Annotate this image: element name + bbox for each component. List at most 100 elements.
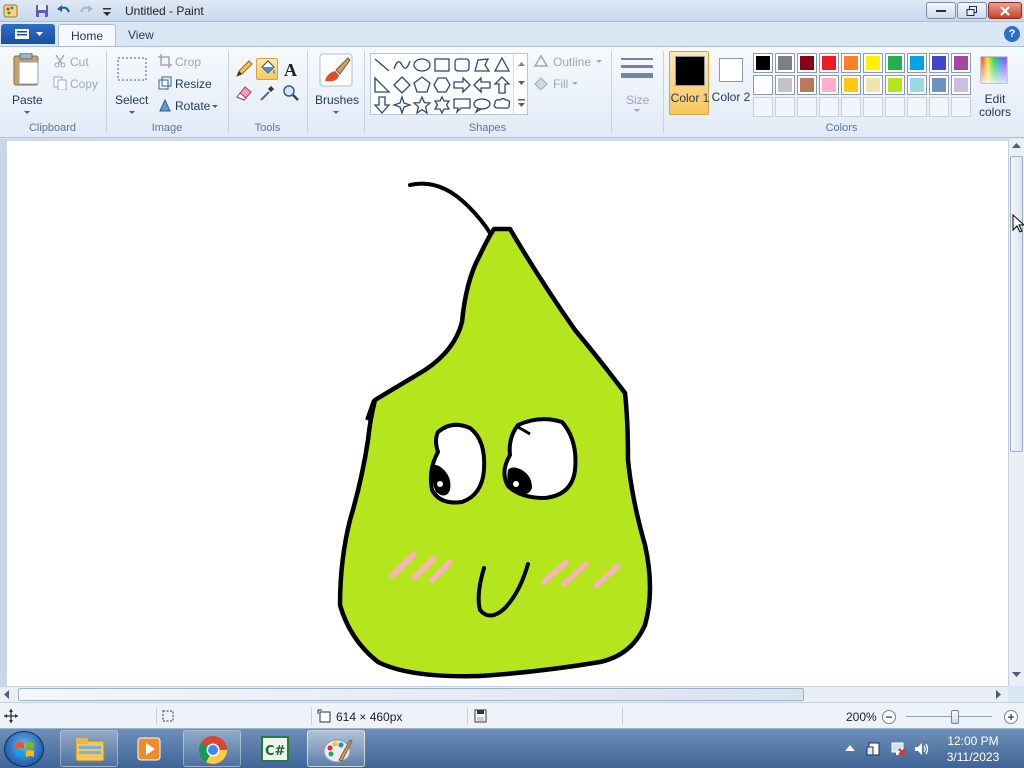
- pentagon-shape-icon[interactable]: [412, 75, 432, 95]
- outline-button[interactable]: Outline: [553, 55, 591, 69]
- palette-custom-slot[interactable]: [753, 97, 773, 117]
- palette-color-swatch[interactable]: [929, 53, 949, 73]
- scroll-up-icon[interactable]: [1012, 143, 1021, 149]
- resize-button[interactable]: Resize: [175, 77, 212, 91]
- pencil-tool[interactable]: [233, 58, 255, 80]
- palette-color-swatch[interactable]: [797, 53, 817, 73]
- zoom-out-button[interactable]: [882, 710, 896, 724]
- palette-color-swatch[interactable]: [863, 75, 883, 95]
- color-2-button[interactable]: Color 2: [711, 51, 751, 115]
- scroll-down-icon[interactable]: [1012, 672, 1021, 678]
- magnifier-tool[interactable]: [280, 82, 302, 104]
- diamond-shape-icon[interactable]: [392, 75, 412, 95]
- palette-color-swatch[interactable]: [929, 75, 949, 95]
- fill-button[interactable]: Fill: [553, 77, 568, 91]
- palette-color-swatch[interactable]: [841, 75, 861, 95]
- zoom-in-button[interactable]: [1004, 710, 1018, 724]
- palette-color-swatch[interactable]: [863, 53, 883, 73]
- palette-custom-slot[interactable]: [863, 97, 883, 117]
- redo-icon[interactable]: [78, 3, 94, 19]
- size-button[interactable]: Size: [615, 51, 659, 115]
- volume-icon[interactable]: [914, 741, 930, 757]
- taskbar-clock[interactable]: 12:00 PM 3/11/2023: [942, 733, 1004, 765]
- palette-custom-slot[interactable]: [819, 97, 839, 117]
- network-icon[interactable]: [890, 741, 906, 757]
- drawing-canvas[interactable]: [7, 141, 1008, 686]
- rectangle-shape-icon[interactable]: [432, 55, 452, 75]
- eraser-tool[interactable]: [233, 82, 255, 104]
- paint-app-icon[interactable]: [3, 3, 19, 19]
- crop-button[interactable]: Crop: [175, 55, 201, 69]
- right-arrow-shape-icon[interactable]: [452, 75, 472, 95]
- right-triangle-shape-icon[interactable]: [372, 75, 392, 95]
- oval-callout-shape-icon[interactable]: [472, 95, 492, 115]
- taskbar-paint[interactable]: [307, 730, 365, 767]
- show-hidden-icons-icon[interactable]: [845, 744, 861, 760]
- down-arrow-shape-icon[interactable]: [372, 95, 392, 115]
- palette-color-swatch[interactable]: [819, 75, 839, 95]
- tab-home[interactable]: Home: [58, 24, 117, 46]
- rotate-button[interactable]: Rotate: [175, 99, 210, 113]
- fill-tool[interactable]: [256, 58, 278, 80]
- customize-quick-access-icon[interactable]: [99, 3, 115, 19]
- select-button[interactable]: Select: [112, 51, 152, 114]
- cut-button[interactable]: Cut: [70, 55, 89, 69]
- palette-custom-slot[interactable]: [775, 97, 795, 117]
- six-point-star-shape-icon[interactable]: [432, 95, 452, 115]
- horizontal-scrollbar[interactable]: [0, 686, 1008, 702]
- line-shape-icon[interactable]: [372, 55, 392, 75]
- save-icon[interactable]: [34, 3, 50, 19]
- palette-color-swatch[interactable]: [841, 53, 861, 73]
- polygon-shape-icon[interactable]: [472, 55, 492, 75]
- palette-color-swatch[interactable]: [907, 75, 927, 95]
- five-point-star-shape-icon[interactable]: [412, 95, 432, 115]
- color-1-button[interactable]: Color 1: [669, 51, 709, 115]
- paste-button[interactable]: Paste: [8, 51, 46, 114]
- palette-color-swatch[interactable]: [797, 75, 817, 95]
- palette-color-swatch[interactable]: [951, 53, 971, 73]
- palette-custom-slot[interactable]: [951, 97, 971, 117]
- palette-color-swatch[interactable]: [775, 75, 795, 95]
- scroll-right-icon[interactable]: [996, 690, 1002, 699]
- palette-color-swatch[interactable]: [885, 75, 905, 95]
- text-tool[interactable]: A: [280, 58, 302, 80]
- scroll-left-icon[interactable]: [4, 690, 10, 699]
- file-menu-button[interactable]: [1, 24, 55, 44]
- edit-colors-button[interactable]: Edit colors: [975, 51, 1013, 119]
- rectangular-callout-shape-icon[interactable]: [452, 95, 472, 115]
- four-point-star-shape-icon[interactable]: [392, 95, 412, 115]
- palette-color-swatch[interactable]: [753, 53, 773, 73]
- palette-custom-slot[interactable]: [885, 97, 905, 117]
- up-arrow-shape-icon[interactable]: [492, 75, 512, 95]
- palette-color-swatch[interactable]: [951, 75, 971, 95]
- close-button[interactable]: [988, 2, 1022, 19]
- copy-button[interactable]: Copy: [70, 77, 98, 91]
- palette-color-swatch[interactable]: [775, 53, 795, 73]
- zoom-slider-thumb[interactable]: [951, 710, 959, 724]
- left-arrow-shape-icon[interactable]: [472, 75, 492, 95]
- palette-custom-slot[interactable]: [841, 97, 861, 117]
- palette-color-swatch[interactable]: [885, 53, 905, 73]
- rounded-rectangle-shape-icon[interactable]: [452, 55, 472, 75]
- taskbar-chrome[interactable]: [183, 730, 241, 767]
- curve-shape-icon[interactable]: [392, 55, 412, 75]
- undo-icon[interactable]: [56, 3, 72, 19]
- start-button[interactable]: [4, 731, 44, 767]
- horizontal-scroll-thumb[interactable]: [18, 688, 804, 701]
- tab-view[interactable]: View: [116, 24, 166, 46]
- taskbar-media-player[interactable]: [120, 730, 178, 767]
- hexagon-shape-icon[interactable]: [432, 75, 452, 95]
- triangle-shape-icon[interactable]: [492, 55, 512, 75]
- palette-custom-slot[interactable]: [929, 97, 949, 117]
- color-picker-tool[interactable]: [256, 82, 278, 104]
- brushes-button[interactable]: Brushes: [312, 51, 360, 115]
- restore-button[interactable]: [957, 2, 987, 19]
- palette-custom-slot[interactable]: [907, 97, 927, 117]
- taskbar-csharp-editor[interactable]: C#: [246, 730, 304, 767]
- taskbar-file-explorer[interactable]: [60, 730, 118, 767]
- vertical-scroll-thumb[interactable]: [1010, 156, 1023, 452]
- palette-color-swatch[interactable]: [819, 53, 839, 73]
- minimize-button[interactable]: [926, 2, 956, 19]
- shapes-scroll[interactable]: [513, 54, 528, 114]
- zoom-slider-track[interactable]: [906, 716, 992, 717]
